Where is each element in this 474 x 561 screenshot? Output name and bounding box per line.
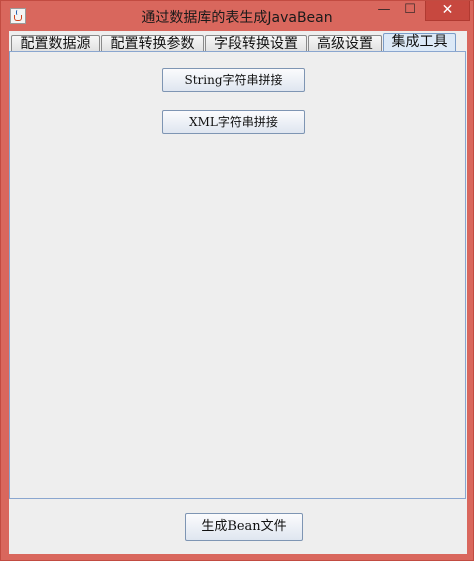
maximize-button[interactable]: ☐ xyxy=(397,1,423,21)
string-concat-button[interactable]: String字符串拼接 xyxy=(162,68,305,92)
app-window: 通过数据库的表生成JavaBean — ☐ ✕ 配置数据源 配置转换参数 字段转… xyxy=(0,0,474,561)
minimize-button[interactable]: — xyxy=(371,1,397,21)
generate-bean-button[interactable]: 生成Bean文件 xyxy=(185,513,303,541)
client-area: 配置数据源 配置转换参数 字段转换设置 高级设置 集成工具 String字符串拼… xyxy=(9,31,467,554)
xml-concat-button[interactable]: XML字符串拼接 xyxy=(162,110,305,134)
close-button[interactable]: ✕ xyxy=(425,1,470,21)
tab-strip: 配置数据源 配置转换参数 字段转换设置 高级设置 集成工具 xyxy=(9,33,467,54)
title-bar[interactable]: 通过数据库的表生成JavaBean — ☐ ✕ xyxy=(1,1,473,31)
footer-bar: 生成Bean文件 xyxy=(9,500,467,554)
integration-tools-panel: String字符串拼接 XML字符串拼接 xyxy=(9,51,466,499)
